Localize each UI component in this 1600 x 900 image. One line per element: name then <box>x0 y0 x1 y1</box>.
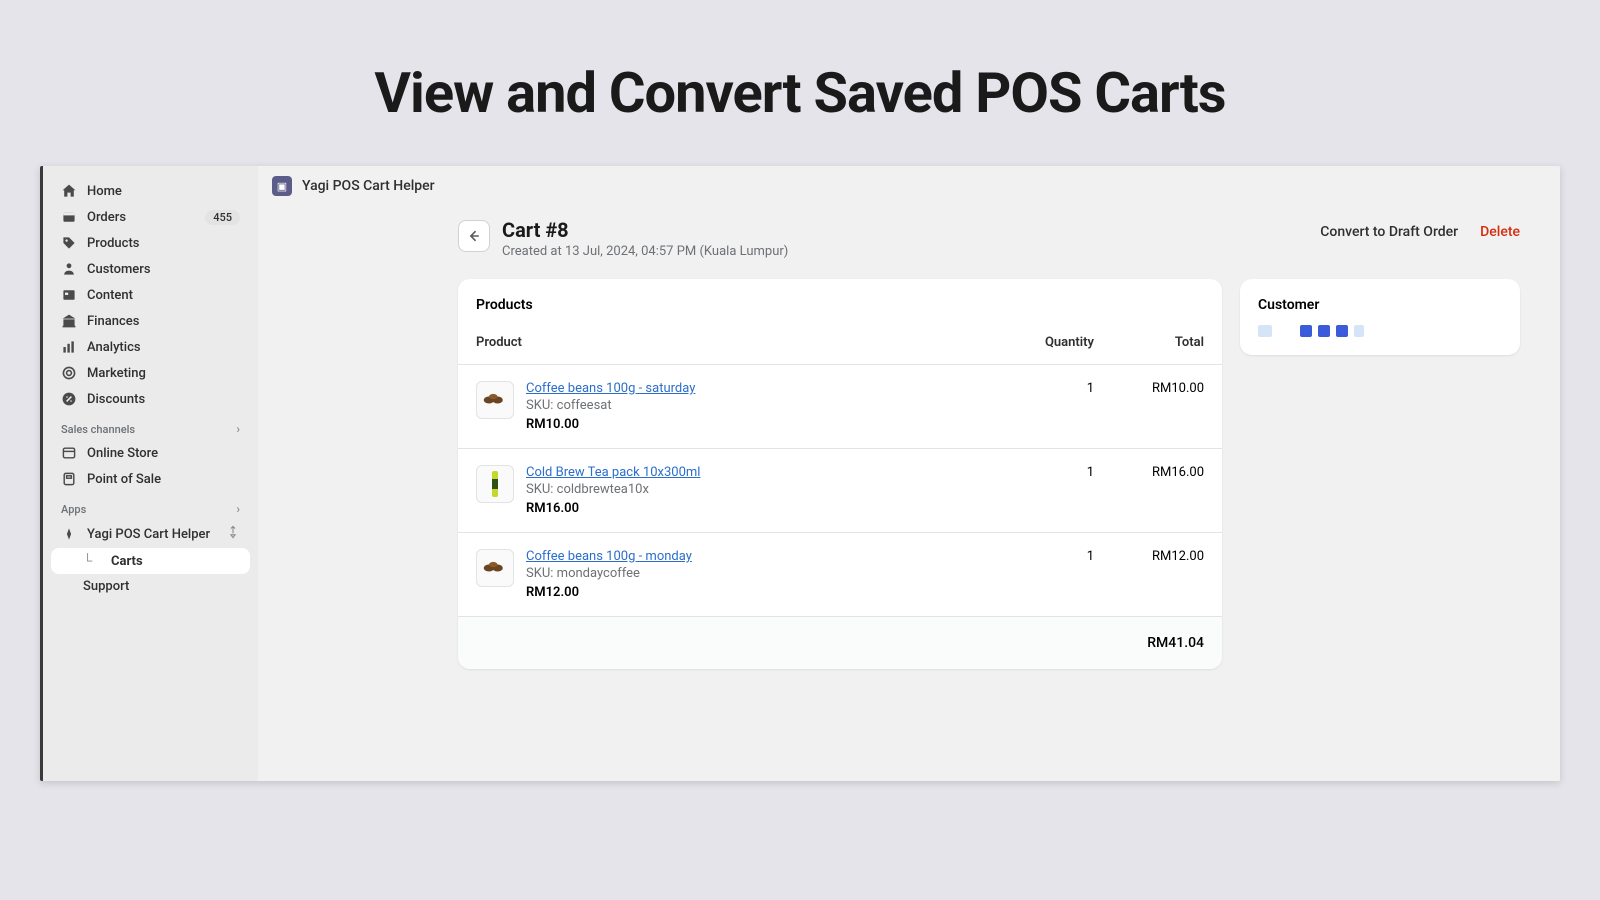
product-sku: SKU: coldbrewtea10x <box>526 482 700 497</box>
nav-label: Analytics <box>87 340 240 355</box>
apps-section[interactable]: Apps › <box>51 492 250 520</box>
nav-label: Yagi POS Cart Helper <box>87 527 216 542</box>
nav-label: Customers <box>87 262 240 277</box>
sidebar-item-content[interactable]: Content <box>51 282 250 308</box>
orders-badge: 455 <box>205 210 240 225</box>
sidebar: Home Orders 455 Products Customers Conte… <box>43 166 258 781</box>
nav-label: Discounts <box>87 392 240 407</box>
products-icon <box>61 235 77 251</box>
grand-total: RM41.04 <box>1147 635 1204 651</box>
sidebar-item-products[interactable]: Products <box>51 230 250 256</box>
customers-icon <box>61 261 77 277</box>
page-heading: View and Convert Saved POS Carts <box>0 0 1600 166</box>
nav-label: Marketing <box>87 366 240 381</box>
main-content: ▣ Yagi POS Cart Helper Cart #8 Created a… <box>258 166 1560 781</box>
app-logo-icon: ▣ <box>272 176 292 196</box>
sidebar-item-orders[interactable]: Orders 455 <box>51 204 250 230</box>
products-card: Products Product Quantity Total Coffee b… <box>458 279 1222 669</box>
discounts-icon <box>61 391 77 407</box>
cart-subtitle: Created at 13 Jul, 2024, 04:57 PM (Kuala… <box>502 244 1308 259</box>
app-header: ▣ Yagi POS Cart Helper <box>258 166 1560 206</box>
panels: Products Product Quantity Total Coffee b… <box>458 279 1520 669</box>
sidebar-subitem-support[interactable]: Support <box>51 574 250 599</box>
marketing-icon <box>61 365 77 381</box>
analytics-icon <box>61 339 77 355</box>
row-qty: 1 <box>994 549 1094 600</box>
sidebar-item-discounts[interactable]: Discounts <box>51 386 250 412</box>
product-link[interactable]: Coffee beans 100g - monday <box>526 549 692 564</box>
chevron-right-icon: › <box>236 422 240 436</box>
sidebar-subitem-carts[interactable]: └ Carts <box>51 548 250 574</box>
customer-placeholder <box>1240 325 1520 337</box>
store-icon <box>61 445 77 461</box>
sidebar-item-pos[interactable]: Point of Sale <box>51 466 250 492</box>
product-sku: SKU: mondaycoffee <box>526 566 692 581</box>
nav-label: Carts <box>111 554 143 569</box>
product-row: Cold Brew Tea pack 10x300ml SKU: coldbre… <box>458 449 1222 533</box>
back-button[interactable] <box>458 220 490 252</box>
sidebar-item-analytics[interactable]: Analytics <box>51 334 250 360</box>
sidebar-item-finances[interactable]: Finances <box>51 308 250 334</box>
product-row: Coffee beans 100g - monday SKU: mondayco… <box>458 533 1222 617</box>
sales-channels-section[interactable]: Sales channels › <box>51 412 250 440</box>
pin-icon[interactable] <box>226 525 240 543</box>
product-sku: SKU: coffeesat <box>526 398 695 413</box>
sidebar-item-home[interactable]: Home <box>51 178 250 204</box>
col-product: Product <box>476 335 994 350</box>
nav-label: Products <box>87 236 240 251</box>
product-link[interactable]: Cold Brew Tea pack 10x300ml <box>526 465 700 480</box>
section-label: Apps <box>61 503 86 516</box>
col-qty: Quantity <box>994 335 1094 350</box>
delete-button[interactable]: Delete <box>1480 224 1520 240</box>
row-total: RM16.00 <box>1094 465 1204 516</box>
nav-label: Finances <box>87 314 240 329</box>
sidebar-item-marketing[interactable]: Marketing <box>51 360 250 386</box>
content: Cart #8 Created at 13 Jul, 2024, 04:57 P… <box>258 206 1560 689</box>
sub-arrow-icon: └ <box>83 553 95 569</box>
nav-label: Online Store <box>87 446 240 461</box>
row-total: RM12.00 <box>1094 549 1204 600</box>
product-price: RM10.00 <box>526 417 695 432</box>
row-qty: 1 <box>994 465 1094 516</box>
cart-title: Cart #8 <box>502 218 1308 242</box>
section-label: Sales channels <box>61 423 135 436</box>
nav-label: Home <box>87 184 240 199</box>
page-header: Cart #8 Created at 13 Jul, 2024, 04:57 P… <box>458 218 1520 259</box>
finances-icon <box>61 313 77 329</box>
orders-icon <box>61 209 77 225</box>
row-qty: 1 <box>994 381 1094 432</box>
nav-label: Point of Sale <box>87 472 240 487</box>
product-link[interactable]: Coffee beans 100g - saturday <box>526 381 695 396</box>
nav-label: Content <box>87 288 240 303</box>
nav-label: Support <box>83 579 129 594</box>
app-name: Yagi POS Cart Helper <box>302 178 435 194</box>
product-price: RM12.00 <box>526 585 692 600</box>
product-row: Coffee beans 100g - saturday SKU: coffee… <box>458 365 1222 449</box>
nav-label: Orders <box>87 210 195 225</box>
product-price: RM16.00 <box>526 501 700 516</box>
home-icon <box>61 183 77 199</box>
customer-card-title: Customer <box>1240 279 1520 325</box>
app-yagi-icon <box>61 526 77 542</box>
col-total: Total <box>1094 335 1204 350</box>
grand-total-row: RM41.04 <box>458 617 1222 669</box>
page-actions: Convert to Draft Order Delete <box>1320 218 1520 240</box>
products-table-header: Product Quantity Total <box>458 325 1222 365</box>
chevron-right-icon: › <box>236 502 240 516</box>
product-thumb <box>476 465 514 503</box>
row-total: RM10.00 <box>1094 381 1204 432</box>
customer-card: Customer <box>1240 279 1520 355</box>
app-frame: Home Orders 455 Products Customers Conte… <box>40 166 1560 781</box>
pos-icon <box>61 471 77 487</box>
product-thumb <box>476 549 514 587</box>
sidebar-item-customers[interactable]: Customers <box>51 256 250 282</box>
sidebar-item-app-yagi[interactable]: Yagi POS Cart Helper <box>51 520 250 548</box>
products-card-title: Products <box>458 279 1222 325</box>
content-icon <box>61 287 77 303</box>
arrow-left-icon <box>466 228 482 244</box>
sidebar-item-online-store[interactable]: Online Store <box>51 440 250 466</box>
product-thumb <box>476 381 514 419</box>
convert-button[interactable]: Convert to Draft Order <box>1320 224 1458 240</box>
page-titles: Cart #8 Created at 13 Jul, 2024, 04:57 P… <box>502 218 1308 259</box>
